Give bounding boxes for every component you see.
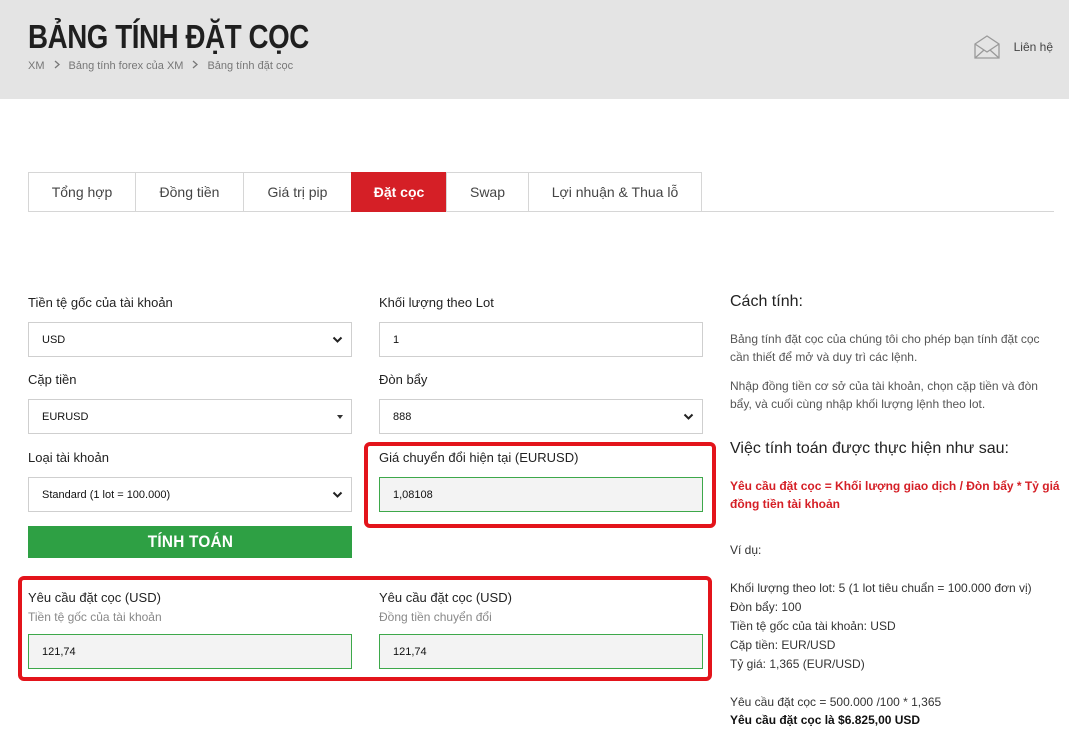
chevron-down-icon: [332, 491, 343, 498]
formula-text: Yêu cầu đặt cọc = Khối lượng giao dịch /…: [730, 479, 1060, 511]
currency-pair-value: EURUSD: [42, 410, 89, 423]
calculate-label: TÍNH TOÁN: [147, 532, 233, 551]
account-type-label: Loại tài khoản: [28, 450, 109, 465]
how-title: Cách tính:: [730, 293, 803, 310]
page-title: BẢNG TÍNH ĐẶT CỌC: [28, 18, 309, 55]
tab-swap[interactable]: Swap: [446, 172, 528, 212]
currency-pair-label: Cặp tiền: [28, 372, 77, 387]
account-type-select[interactable]: Standard (1 lot = 100.000): [28, 477, 352, 512]
lot-volume-input[interactable]: 1: [379, 322, 703, 357]
leverage-value: 888: [393, 410, 412, 423]
caret-down-icon: [337, 415, 343, 419]
tab-margin[interactable]: Đặt cọc: [351, 172, 446, 212]
chevron-down-icon: [683, 413, 694, 420]
highlight-box-results: [18, 576, 712, 681]
lot-volume-value: 1: [393, 333, 400, 346]
breadcrumb-item-calculators[interactable]: Bảng tính forex của XM: [69, 60, 184, 72]
base-currency-value: USD: [42, 333, 66, 346]
example-line: Cặp tiền: EUR/USD: [730, 638, 836, 652]
result-line: Yêu cầu đặt cọc = 500.000 /100 * 1,365: [730, 695, 942, 709]
breadcrumb-item-xm[interactable]: XM: [28, 60, 45, 72]
page-header: BẢNG TÍNH ĐẶT CỌC XM Bảng tính forex của…: [0, 0, 1069, 99]
example-line: Tiền tệ gốc của tài khoản: USD: [730, 619, 896, 633]
example-line: Tỷ giá: 1,365 (EUR/USD): [730, 657, 865, 671]
calc-title: Việc tính toán được thực hiện như sau:: [730, 440, 1009, 457]
tab-pip-value[interactable]: Giá trị pip: [243, 172, 351, 212]
how-paragraph-2: Nhập đồng tiền cơ sở của tài khoản, chọn…: [730, 379, 1038, 411]
example-label: Ví dụ:: [730, 543, 762, 557]
account-type-value: Standard (1 lot = 100.000): [42, 488, 171, 501]
chevron-down-icon: [332, 336, 343, 343]
contact-label: Liên hệ: [1013, 40, 1053, 54]
breadcrumb-item-current: Bảng tính đặt cọc: [207, 60, 294, 72]
tab-profit-loss[interactable]: Lợi nhuận & Thua lỗ: [528, 172, 702, 212]
chevron-right-icon: [54, 60, 60, 72]
highlight-box-conversion: [364, 442, 716, 528]
calculator-tabs: Tổng hợp Đồng tiền Giá trị pip Đặt cọc S…: [28, 172, 702, 212]
chevron-right-icon: [192, 60, 199, 72]
base-currency-label: Tiền tệ gốc của tài khoản: [28, 295, 173, 310]
example-line: Đòn bẩy: 100: [730, 600, 802, 614]
contact-link[interactable]: Liên hệ: [973, 34, 1053, 60]
how-paragraph-1: Bảng tính đặt cọc của chúng tôi cho phép…: [730, 332, 1040, 364]
leverage-label: Đòn bẩy: [379, 372, 428, 387]
currency-pair-select[interactable]: EURUSD: [28, 399, 352, 434]
result-bold-line: Yêu cầu đặt cọc là $6.825,00 USD: [730, 713, 921, 727]
lot-volume-label: Khối lượng theo Lot: [379, 295, 494, 310]
tab-summary[interactable]: Tổng hợp: [28, 172, 135, 212]
example-line: Khối lượng theo lot: 5 (1 lot tiêu chuẩn…: [730, 581, 1032, 595]
calculate-button[interactable]: TÍNH TOÁN: [28, 526, 352, 558]
envelope-icon: [973, 35, 1000, 59]
tab-currency[interactable]: Đồng tiền: [135, 172, 243, 212]
leverage-select[interactable]: 888: [379, 399, 703, 434]
breadcrumb: XM Bảng tính forex của XM Bảng tính đặt …: [28, 60, 293, 72]
base-currency-select[interactable]: USD: [28, 322, 352, 357]
